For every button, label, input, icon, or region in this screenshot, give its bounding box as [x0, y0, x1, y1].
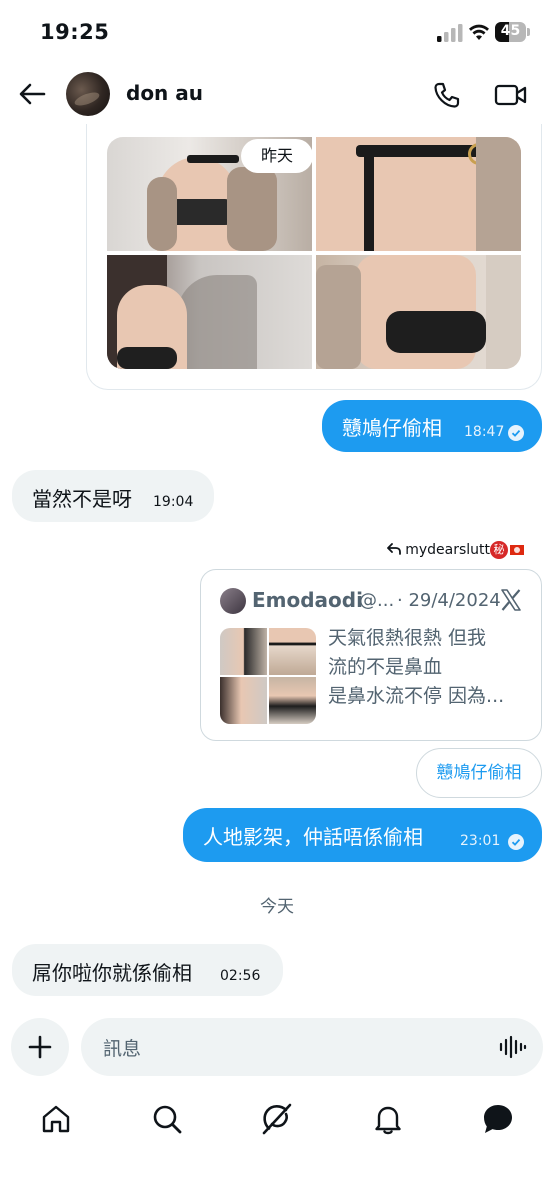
post-text-line: 流的不是鼻血: [328, 656, 443, 678]
quoted-reply-chip[interactable]: 戇鳩仔偷相: [416, 748, 542, 798]
post-date: · 29/4/2024: [397, 590, 501, 611]
battery-percentage: 45: [500, 23, 521, 39]
message-bubble[interactable]: 人地影架，仲話唔係偷相 23:01: [183, 808, 542, 862]
message-text: 屌你啦你就係偷相: [32, 961, 192, 985]
photo-4[interactable]: [316, 255, 521, 369]
cellular-signal-icon: [437, 24, 463, 42]
photo-3[interactable]: [107, 255, 312, 369]
avatar[interactable]: [66, 72, 110, 116]
plus-icon: [28, 1035, 52, 1059]
message-bubble[interactable]: 當然不是呀 19:04: [12, 470, 214, 522]
status-bar: 19:25 45: [0, 0, 554, 64]
messages-icon[interactable]: [481, 1102, 515, 1136]
message-time: 02:56: [220, 968, 261, 984]
post-thumbnail: [220, 628, 316, 724]
conversation-header: don au: [0, 64, 554, 124]
x-logo-icon: [501, 589, 521, 611]
reply-arrow-icon: [386, 543, 401, 555]
message-time: 23:01: [460, 833, 501, 849]
bottom-navigation: [0, 1094, 554, 1154]
message-text: 人地影架，仲話唔係偷相: [203, 825, 423, 849]
message-bubble[interactable]: 戇鳩仔偷相 18:47: [322, 400, 542, 452]
post-text: 天氣很熱很熱 但我 流的不是鼻血 是鼻水流不停 因為...: [328, 624, 533, 711]
search-icon[interactable]: [150, 1102, 184, 1136]
voice-message-icon[interactable]: [499, 1035, 527, 1059]
post-author-name: Emodaodi: [252, 588, 363, 612]
shared-post-card[interactable]: Emodaodi @... · 29/4/2024 天氣很熱很熱 但我 流的不是…: [200, 569, 542, 741]
notifications-icon[interactable]: [371, 1102, 405, 1136]
grok-icon[interactable]: [260, 1102, 294, 1136]
reply-username: mydearslutt: [405, 542, 490, 558]
date-chip: 昨天: [241, 139, 313, 173]
wifi-icon: [469, 24, 489, 40]
message-time: 18:47: [464, 424, 505, 440]
post-author-avatar: [220, 588, 246, 614]
battery-indicator: 45: [495, 22, 531, 42]
status-time: 19:25: [40, 20, 110, 44]
add-attachment-button[interactable]: [11, 1018, 69, 1076]
message-input[interactable]: 訊息: [81, 1018, 543, 1076]
checkmark-icon: [508, 834, 524, 850]
photo-2[interactable]: [316, 137, 521, 251]
checkmark-icon: [508, 425, 524, 441]
home-icon[interactable]: [39, 1102, 73, 1136]
message-text: 戇鳩仔偷相: [342, 416, 442, 440]
message-time: 19:04: [153, 494, 194, 510]
hk-flag-icon: [510, 545, 524, 555]
post-text-line: 天氣很熱很熱 但我: [328, 627, 487, 649]
contact-name[interactable]: don au: [126, 81, 203, 105]
reply-context: mydearslutt 秘: [386, 541, 524, 559]
message-input-placeholder: 訊息: [103, 1038, 142, 1060]
message-bubble[interactable]: 屌你啦你就係偷相 02:56: [12, 944, 283, 996]
back-arrow-icon[interactable]: [14, 78, 50, 110]
post-author-handle: @...: [359, 590, 395, 611]
day-divider: 今天: [260, 897, 294, 917]
secret-badge: 秘: [490, 541, 508, 559]
post-text-line: 是鼻水流不停 因為...: [328, 685, 505, 707]
video-call-icon[interactable]: [494, 82, 528, 108]
phone-icon[interactable]: [432, 80, 462, 110]
photo-grid[interactable]: [107, 137, 521, 369]
message-text: 當然不是呀: [32, 487, 132, 511]
